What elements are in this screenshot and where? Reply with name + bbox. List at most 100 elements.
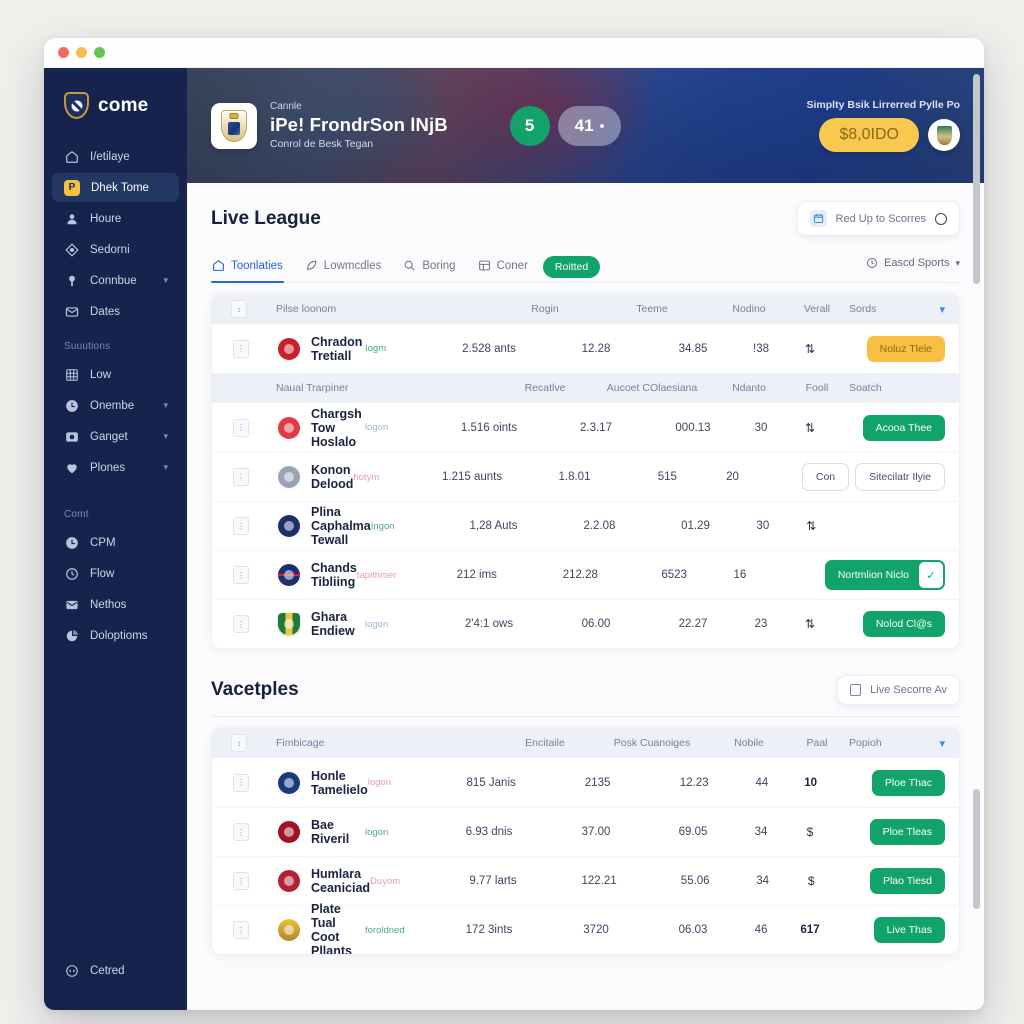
scrollbar-thumb[interactable] — [973, 74, 980, 284]
row-drag-handle-icon[interactable]: ⋮ — [233, 339, 249, 358]
row-drag-handle-icon[interactable]: ⋮ — [233, 823, 249, 841]
sidebar-item-cpm[interactable]: CPM — [52, 528, 179, 557]
table-row[interactable]: ⋮ Bae Riveril logon 6.93 dnis 37.00 69.0… — [212, 807, 959, 856]
row-action-button[interactable]: Acooa Thee — [862, 414, 945, 441]
column-header[interactable]: Aucoet COlaesiana — [597, 382, 707, 394]
row-drag-handle-icon[interactable]: ⋮ — [233, 921, 249, 939]
chevron-down-icon[interactable]: ▾ — [915, 303, 945, 316]
sidebar-item-ganget[interactable]: Ganget ▾ — [52, 422, 179, 451]
row-drag-handle-icon[interactable]: ⋮ — [233, 872, 249, 890]
chevron-down-icon[interactable]: ▾ — [915, 737, 945, 750]
minimize-button[interactable] — [76, 47, 87, 58]
column-header[interactable]: Nobile — [707, 737, 791, 749]
row-drag-handle-icon[interactable]: ⋮ — [233, 517, 249, 535]
table-row[interactable]: ⋮ Plina Caphalma Tewall Ingon 1,28 Auts … — [212, 501, 959, 550]
column-header[interactable]: Rogin — [493, 303, 597, 315]
column-header[interactable]: Recatlve — [493, 382, 597, 394]
table-row[interactable]: ⋮ Humlara Ceaniciad Duyom 9.77 larts 122… — [212, 856, 959, 905]
table-row[interactable]: ⋮ Chargsh Tow Hoslalo logon 1.516 oints … — [212, 403, 959, 452]
row-value-nobile: 06.03 — [678, 924, 708, 936]
scrollbar-thumb[interactable] — [973, 789, 980, 909]
column-header[interactable]: Posk Cuanoiges — [597, 737, 707, 749]
sidebar-item-onembe[interactable]: Onembe ▾ — [52, 391, 179, 420]
sidebar-item-dhek-tome[interactable]: P Dhek Tome — [52, 173, 179, 202]
sidebar-item-connbue[interactable]: Connbue ▾ — [52, 266, 179, 295]
table-row[interactable]: ⋮ Chands Tibliing tapithmer 212 ims 212.… — [212, 550, 959, 599]
column-header[interactable]: Naual Trarpiner — [252, 382, 493, 394]
column-header[interactable]: Ndanto — [707, 382, 791, 394]
home-icon — [64, 149, 79, 164]
column-header[interactable]: Soatch — [843, 382, 915, 394]
row-value-posk: 122.21 — [581, 875, 617, 887]
row-action-button[interactable]: Nolod Cl@s — [862, 611, 945, 637]
tab-toonlaties[interactable]: Toonlaties — [211, 252, 284, 283]
row-drag-handle-icon[interactable]: ⋮ — [233, 418, 249, 437]
column-header[interactable]: Encitaile — [493, 737, 597, 749]
sidebar-item-flow[interactable]: Flow — [52, 559, 179, 588]
table-row[interactable]: ⋮ Konon Delood hotym 1.215 aunts 1.8.01 … — [212, 452, 959, 501]
column-header[interactable]: Fimbicage — [252, 737, 493, 749]
sort-handle-icon[interactable]: ↕ — [231, 734, 247, 752]
row-value-paal: 44 — [755, 776, 769, 789]
sidebar-item-cetred[interactable]: Cetred — [52, 965, 179, 996]
content-scrollbar[interactable] — [973, 74, 980, 1004]
sidebar-item-nethos[interactable]: Nethos — [52, 590, 179, 619]
row-action-button[interactable]: Ploe Thac — [871, 769, 945, 796]
table-row[interactable]: ⋮ Plate Tual Coot Pllants foroldned 172 … — [212, 902, 959, 954]
row-action-button[interactable]: Ploe Tleas — [869, 819, 945, 845]
row-value-ndanto: 000.13 — [675, 421, 711, 434]
row-drag-handle-icon[interactable]: ⋮ — [233, 566, 249, 584]
column-header[interactable]: Pilse loonom — [252, 303, 493, 315]
tab-boring[interactable]: Boring — [402, 252, 456, 282]
sort-handle-icon[interactable]: ↕ — [231, 300, 247, 318]
trophy-avatar-icon[interactable] — [928, 119, 960, 151]
sidebar-item-houre[interactable]: Houre — [52, 204, 179, 233]
red-up-to-scores-button[interactable]: Red Up to Scorres — [796, 201, 960, 236]
tab-lowmcdles[interactable]: Lowmcdles — [304, 252, 383, 282]
row-drag-handle-icon[interactable]: ⋮ — [233, 773, 249, 792]
column-header[interactable]: Verall — [791, 303, 843, 315]
row-value-recatlve: 1,28 Auts — [469, 520, 518, 532]
row-drag-handle-icon[interactable]: ⋮ — [233, 468, 249, 486]
column-header[interactable]: Paal — [791, 737, 843, 749]
sidebar-item-low[interactable]: Low — [52, 360, 179, 389]
tab-pill-roitted[interactable]: Roitted — [542, 256, 601, 278]
row-drag-handle-icon[interactable]: ⋮ — [233, 615, 249, 633]
chevron-down-icon: ▾ — [163, 400, 168, 410]
team-name: Humlara Ceaniciad — [311, 867, 371, 895]
main-content: Cannle iPe! FrondrSon lNjB Conrol de Bes… — [187, 68, 984, 1010]
table-row[interactable]: ⋮ Ghara Endiew logon 2'4:1 ows 06.00 22.… — [212, 599, 959, 648]
pie-icon — [64, 628, 79, 643]
hero-banner: Cannle iPe! FrondrSon lNjB Conrol de Bes… — [187, 68, 984, 183]
close-button[interactable] — [58, 47, 69, 58]
sidebar-item-sedorni[interactable]: Sedorni — [52, 235, 179, 264]
row-action-split-button[interactable]: Nortmlion Niclo ✓ — [824, 560, 946, 590]
column-header[interactable]: Fooll — [791, 382, 843, 394]
column-header[interactable]: Sords — [843, 303, 915, 315]
eased-sports-dropdown[interactable]: Eascd Sports ▾ — [866, 257, 960, 277]
row-secondary-button[interactable]: Con — [801, 463, 850, 491]
pin-icon — [64, 273, 79, 288]
row-action-button[interactable]: Live Thas — [873, 917, 945, 943]
updown-icon: ⇅ — [804, 341, 816, 356]
zoom-button[interactable] — [94, 47, 105, 58]
check-icon[interactable]: ✓ — [919, 562, 944, 588]
table-row[interactable]: ⋮ Chradon Tretiall Iogm 2.528 ants 12.28… — [212, 324, 959, 373]
live-secorre-av-button[interactable]: Live Secorre Av — [837, 675, 960, 705]
balance-pill[interactable]: $8,0IDO — [819, 118, 919, 152]
row-action-button[interactable]: Plao Tiesd — [869, 868, 945, 894]
sidebar-item-doloptioms[interactable]: Doloptioms — [52, 621, 179, 650]
sidebar-item-ietilaye[interactable]: I/etilaye — [52, 142, 179, 171]
row-action-button[interactable]: Sitecilatr Ilyie — [855, 463, 945, 491]
column-header[interactable]: Nodino — [707, 303, 791, 315]
column-header[interactable]: Popioh — [843, 737, 915, 749]
table-row[interactable]: ⋮ Honle Tamelielo logon 815 Janis 2135 1… — [212, 758, 959, 807]
sidebar-item-dates[interactable]: Dates — [52, 297, 179, 326]
sidebar-item-plones[interactable]: Plones ▾ — [52, 453, 179, 482]
brand: come — [44, 84, 187, 141]
row-action-button[interactable]: Noluz Tlele — [866, 335, 945, 362]
row-tag: logon — [365, 826, 389, 838]
score-away-value: 41 — [574, 115, 594, 135]
tab-coner[interactable]: Coner — [477, 252, 529, 282]
column-header[interactable]: Teeme — [597, 303, 707, 315]
